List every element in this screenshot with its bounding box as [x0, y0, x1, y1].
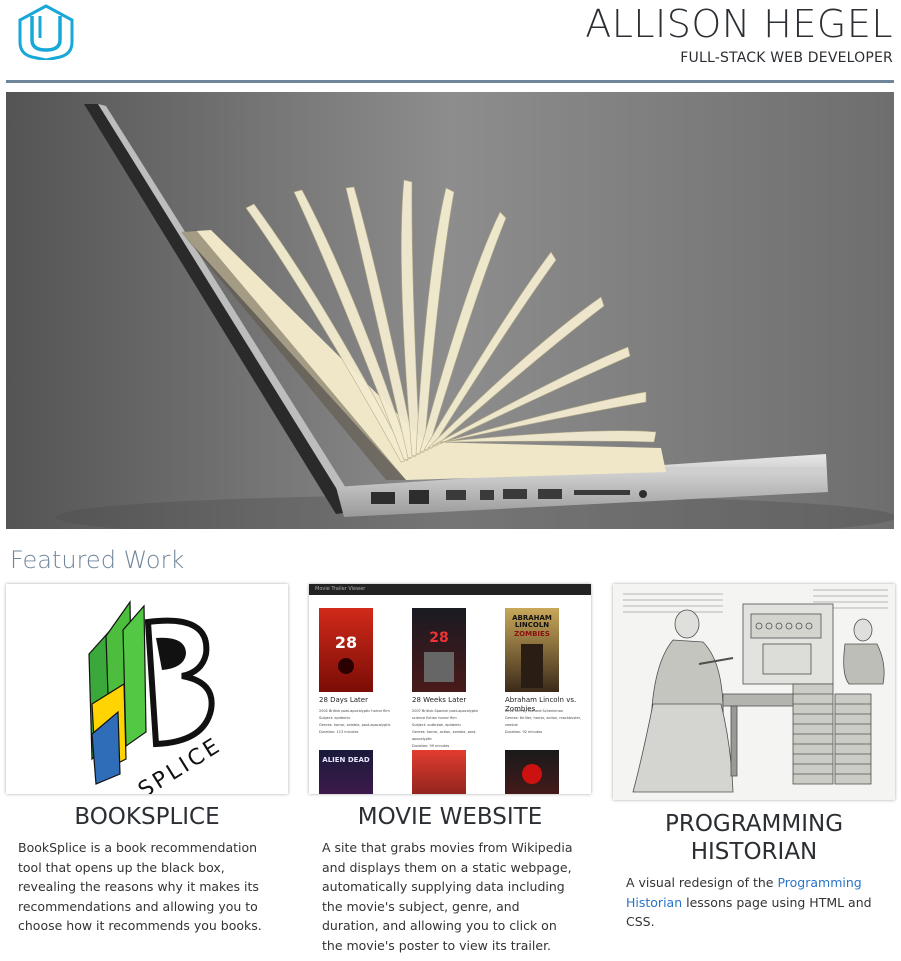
- movie-title: 28 Days Later: [319, 696, 368, 704]
- header-divider: [6, 80, 894, 83]
- udacity-logo-icon[interactable]: [16, 4, 76, 62]
- section-title: Featured Work: [10, 546, 185, 574]
- card-title[interactable]: BOOKSPLICE: [6, 803, 288, 831]
- movie-title: 28 Weeks Later: [412, 696, 467, 704]
- page-subtitle: FULL-STACK WEB DEVELOPER: [680, 50, 893, 66]
- movie-poster[interactable]: 28: [412, 608, 466, 692]
- svg-text:28: 28: [335, 633, 357, 652]
- movie-poster[interactable]: [505, 750, 559, 794]
- card-description: A site that grabs movies from Wikipedia …: [322, 840, 573, 953]
- programming-historian-thumbnail[interactable]: [613, 584, 895, 800]
- movie-meta: 2007 British-Spanish post-apocalyptic sc…: [412, 709, 479, 748]
- movie-poster[interactable]: [412, 750, 466, 794]
- movie-meta: 2012 film by Richard Schenkman Genres: th…: [505, 709, 582, 734]
- svg-text:LINCOLN: LINCOLN: [515, 621, 549, 629]
- svg-text:ZOMBIES: ZOMBIES: [514, 630, 550, 638]
- card-title[interactable]: PROGRAMMING HISTORIAN: [613, 810, 895, 866]
- movie-poster[interactable]: ALIEN DEAD: [319, 750, 373, 794]
- card-description: A visual redesign of the Programming His…: [626, 875, 872, 929]
- movie-poster-title: ALIEN DEAD: [322, 756, 370, 764]
- card-description: BookSplice is a book recommendation tool…: [18, 840, 262, 933]
- movie-app-header: Movie Trailer Viewer: [309, 584, 591, 595]
- page-title: ALLISON HEGEL: [585, 2, 893, 46]
- card-title[interactable]: MOVIE WEBSITE: [309, 803, 591, 831]
- svg-text:28: 28: [429, 630, 448, 646]
- booksplice-thumbnail[interactable]: SPLICE: [6, 584, 288, 794]
- hero-image: [6, 92, 894, 529]
- movie-meta: 2002 British post-apocalyptic horror fil…: [319, 709, 391, 734]
- movie-poster[interactable]: ABRAHAM LINCOLN ZOMBIES: [505, 608, 559, 692]
- movie-poster[interactable]: 28: [319, 608, 373, 692]
- movie-website-thumbnail[interactable]: Movie Trailer Viewer 28 28 ABRAHAM LINCOL…: [309, 584, 591, 794]
